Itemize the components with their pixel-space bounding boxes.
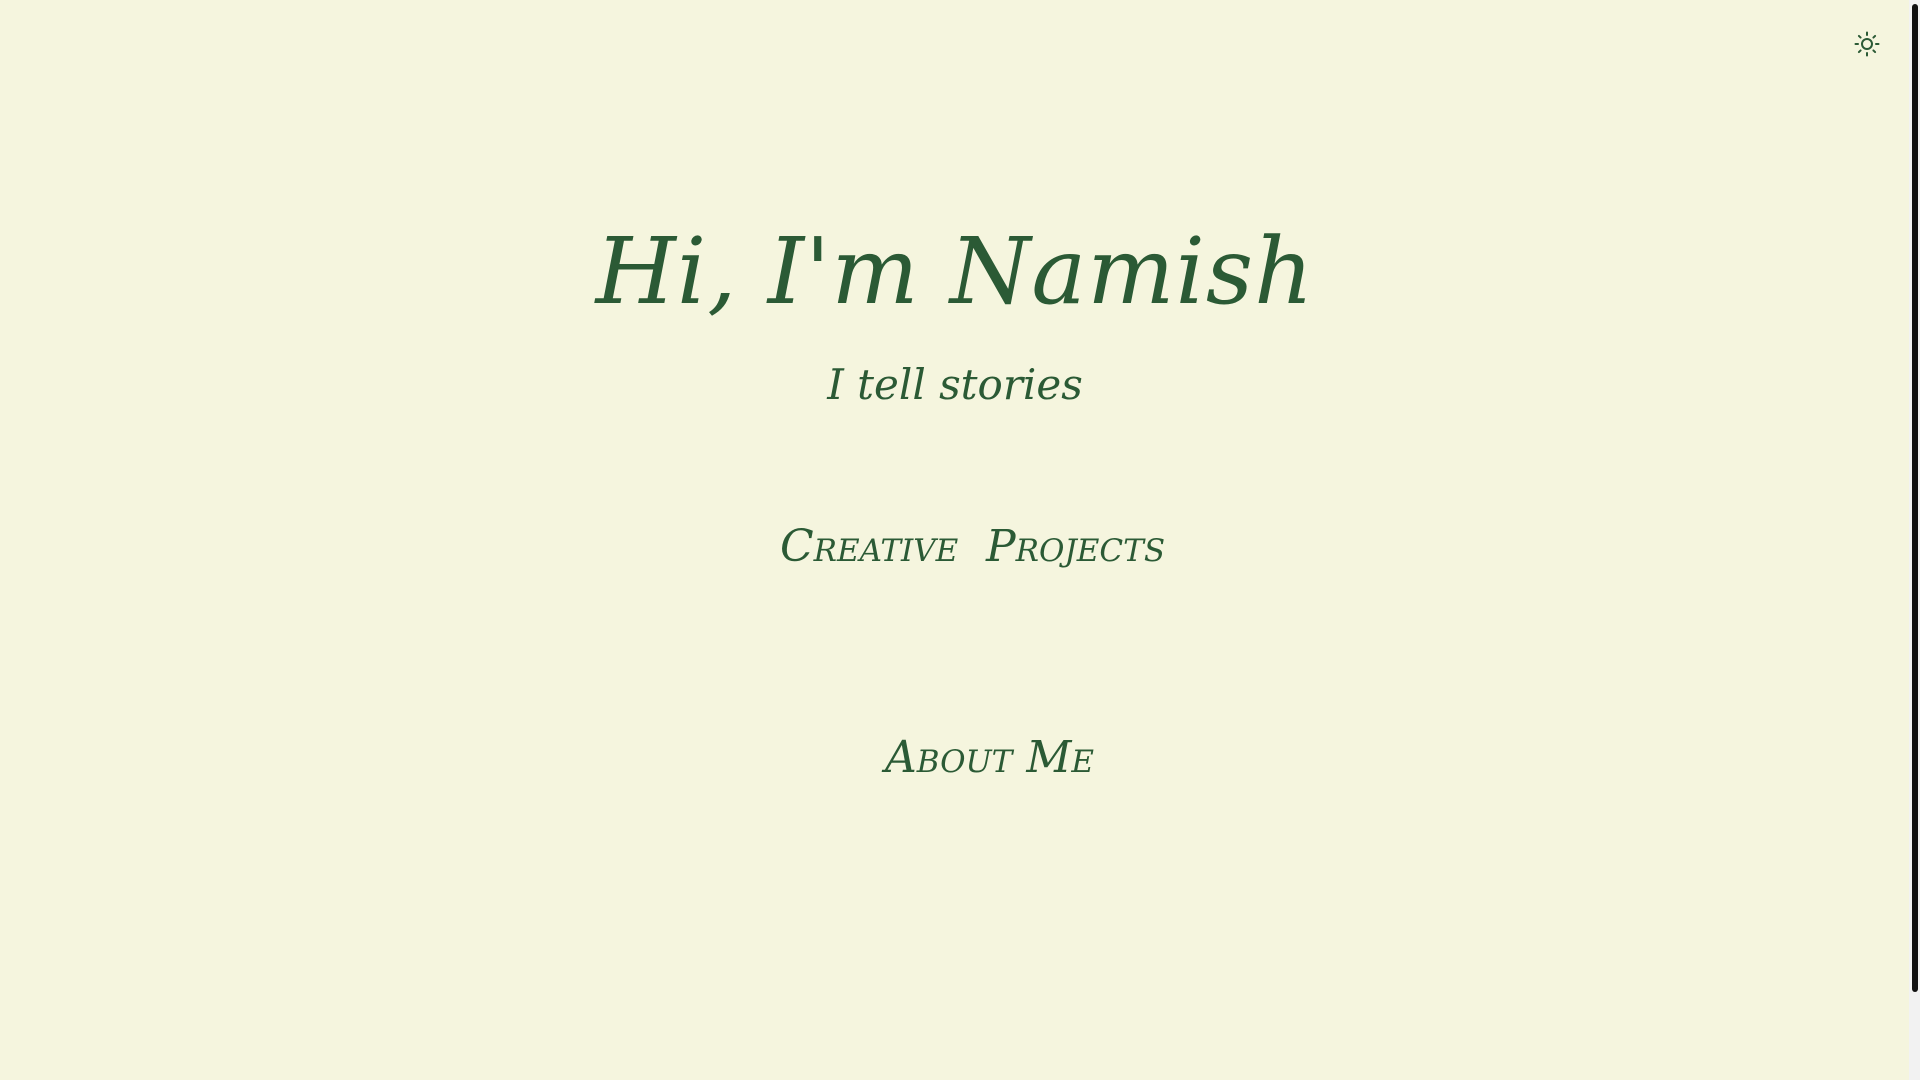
page-title: Hi, I'm Namish <box>595 218 1315 325</box>
scrollbar-thumb[interactable] <box>1912 4 1918 992</box>
page-subtitle: I tell stories <box>827 360 1083 409</box>
nav-link-creative[interactable]: Creative <box>780 525 958 569</box>
nav-link-projects[interactable]: Projects <box>986 525 1165 569</box>
vertical-scrollbar[interactable] <box>1909 0 1920 1080</box>
nav-link-about-me[interactable]: About Me <box>885 736 1094 780</box>
theme-toggle-button[interactable] <box>1854 31 1880 57</box>
sun-icon <box>1854 31 1880 57</box>
